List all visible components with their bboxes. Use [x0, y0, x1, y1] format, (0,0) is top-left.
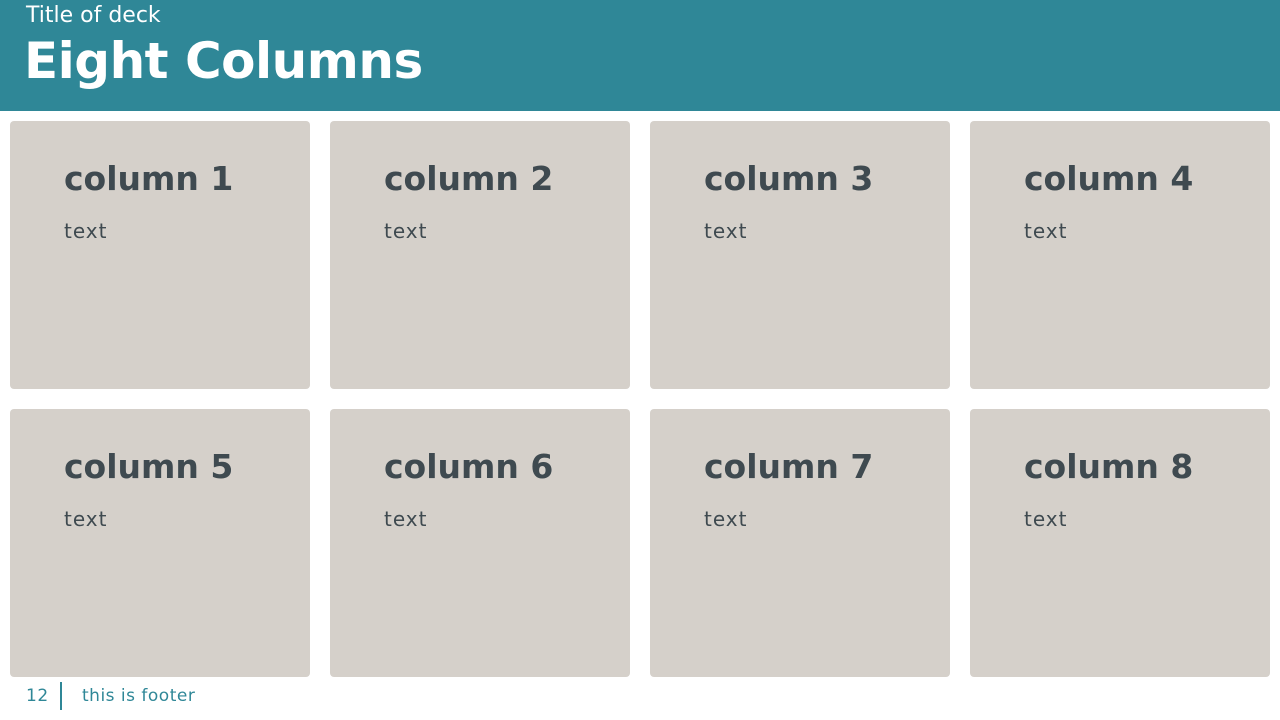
- column-text: text: [1024, 219, 1068, 243]
- column-title: column 8: [1024, 447, 1194, 486]
- slide: Title of deck Eight Columns column 1 tex…: [0, 0, 1280, 720]
- column-card-2: column 2 text: [330, 121, 630, 389]
- column-title: column 5: [64, 447, 234, 486]
- slide-title: Eight Columns: [24, 32, 423, 90]
- column-text: text: [704, 507, 748, 531]
- footer-text: this is footer: [82, 686, 196, 706]
- column-title: column 6: [384, 447, 554, 486]
- column-card-1: column 1 text: [10, 121, 310, 389]
- column-text: text: [384, 219, 428, 243]
- columns-grid: column 1 text column 2 text column 3 tex…: [10, 121, 1270, 677]
- column-title: column 4: [1024, 159, 1194, 198]
- column-text: text: [64, 219, 108, 243]
- column-text: text: [64, 507, 108, 531]
- column-text: text: [384, 507, 428, 531]
- column-card-5: column 5 text: [10, 409, 310, 677]
- column-text: text: [1024, 507, 1068, 531]
- slide-footer: 12 this is footer: [0, 682, 1280, 712]
- column-text: text: [704, 219, 748, 243]
- slide-header: Title of deck Eight Columns: [0, 0, 1280, 111]
- page-number: 12: [26, 686, 49, 706]
- column-card-7: column 7 text: [650, 409, 950, 677]
- column-card-4: column 4 text: [970, 121, 1270, 389]
- column-title: column 3: [704, 159, 874, 198]
- deck-title: Title of deck: [26, 3, 161, 28]
- column-card-8: column 8 text: [970, 409, 1270, 677]
- column-title: column 7: [704, 447, 874, 486]
- column-card-6: column 6 text: [330, 409, 630, 677]
- column-title: column 2: [384, 159, 554, 198]
- column-card-3: column 3 text: [650, 121, 950, 389]
- footer-divider: [60, 682, 62, 710]
- column-title: column 1: [64, 159, 234, 198]
